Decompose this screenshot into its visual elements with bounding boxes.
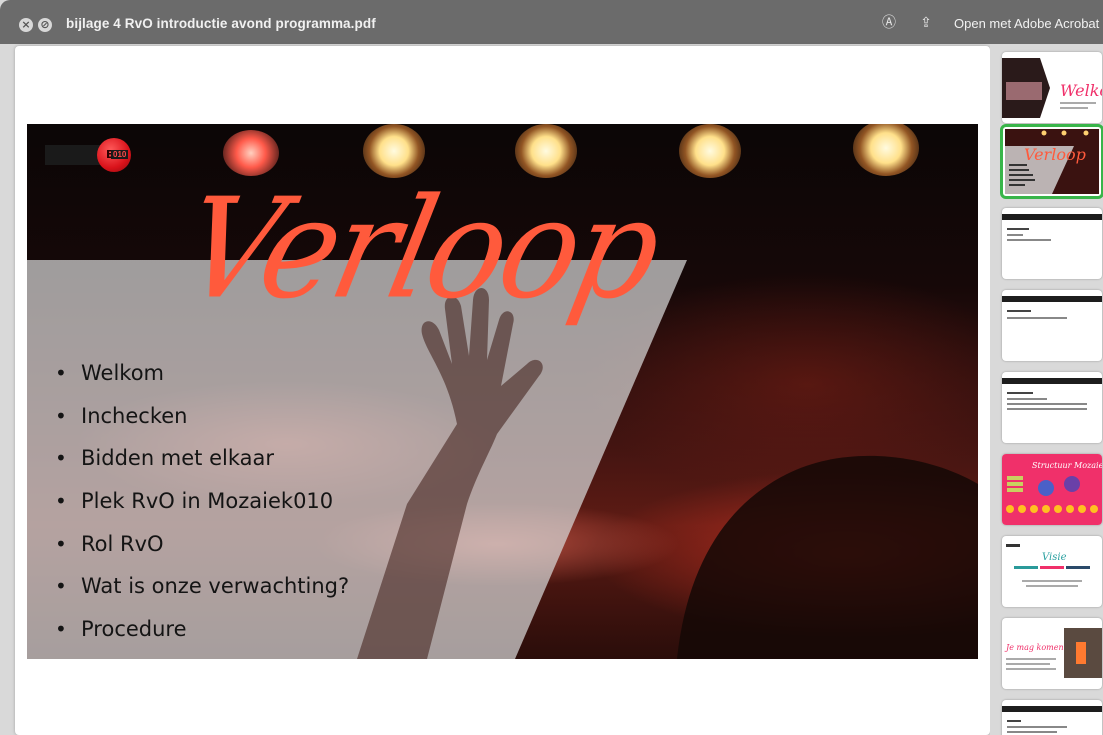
thumb-line bbox=[1007, 228, 1029, 230]
thumb-welkom-art: Welkom bbox=[1002, 58, 1102, 118]
slide-title: Verloop bbox=[170, 169, 671, 330]
thumb-line bbox=[1007, 398, 1047, 400]
thumb-line bbox=[1007, 408, 1087, 410]
thumb-line bbox=[1007, 731, 1057, 733]
page-thumbnail[interactable]: Je mag komen zoals je bent bbox=[1002, 618, 1102, 689]
thumb-line bbox=[1007, 726, 1067, 728]
agenda-list: Welkom Inchecken Bidden met elkaar Plek … bbox=[51, 352, 349, 651]
page-thumbnail[interactable]: Visie bbox=[1002, 536, 1102, 607]
thumb-line bbox=[1007, 310, 1031, 312]
document-viewer[interactable]: EK 010 Verloop Welkom Inchecken Bidden m… bbox=[10, 44, 1103, 735]
thumb-header-bar bbox=[1002, 296, 1102, 302]
svg-text:Welkom: Welkom bbox=[1060, 81, 1102, 100]
window-titlebar: × ⊘ bijlage 4 RvO introductie avond prog… bbox=[0, 0, 1103, 44]
thumbnail-sidebar[interactable]: Welkom Verloop bbox=[990, 44, 1103, 735]
page-thumbnail[interactable] bbox=[1002, 290, 1102, 361]
window-title: bijlage 4 RvO introductie avond programm… bbox=[66, 16, 376, 31]
share-icon[interactable]: ⇪ bbox=[917, 14, 935, 32]
thumb-line bbox=[1007, 392, 1033, 394]
page-thumbnail[interactable]: Welkom bbox=[1002, 52, 1102, 123]
thumb-visie-art: Visie bbox=[1006, 544, 1090, 587]
thumb-line bbox=[1007, 317, 1067, 319]
thumb-structure-art: Structuur Mozaiek010 bbox=[1002, 454, 1102, 525]
svg-text:Visie: Visie bbox=[1042, 552, 1067, 563]
page-thumbnail[interactable] bbox=[1002, 700, 1102, 735]
page-thumbnail[interactable] bbox=[1002, 208, 1102, 279]
thumb-header-bar bbox=[1002, 214, 1102, 220]
svg-text:Structuur Mozaiek010: Structuur Mozaiek010 bbox=[1032, 461, 1102, 470]
open-with-acrobat-button[interactable]: Open met Adobe Acrobat bbox=[950, 13, 1103, 35]
slide: EK 010 Verloop Welkom Inchecken Bidden m… bbox=[27, 124, 978, 659]
thumb-line bbox=[1007, 234, 1023, 236]
page-thumbnail-selected[interactable]: Verloop bbox=[1000, 124, 1103, 199]
agenda-item: Plek RvO in Mozaiek010 bbox=[51, 480, 349, 523]
pdf-page: EK 010 Verloop Welkom Inchecken Bidden m… bbox=[15, 46, 990, 735]
logo-number: 010 bbox=[111, 150, 129, 159]
agenda-item: Wat is onze verwachting? bbox=[51, 565, 349, 608]
page-thumbnail[interactable] bbox=[1002, 372, 1102, 443]
thumb-verloop-art: Verloop bbox=[1005, 129, 1099, 194]
agenda-item: Procedure bbox=[51, 608, 349, 651]
svg-text:Verloop: Verloop bbox=[1024, 145, 1086, 164]
page-thumbnail[interactable]: Structuur Mozaiek010 bbox=[1002, 454, 1102, 525]
thumb-line bbox=[1007, 239, 1051, 241]
agenda-item: Inchecken bbox=[51, 395, 349, 438]
thumb-header-bar bbox=[1002, 706, 1102, 712]
agenda-item: Bidden met elkaar bbox=[51, 437, 349, 480]
agenda-item: Welkom bbox=[51, 352, 349, 395]
markup-icon[interactable]: Ⓐ bbox=[880, 14, 898, 32]
thumb-line bbox=[1007, 720, 1021, 722]
agenda-item: Rol RvO bbox=[51, 523, 349, 566]
close-icon[interactable]: × bbox=[19, 18, 33, 32]
thumb-slide-art: Je mag komen zoals je bent bbox=[1004, 628, 1102, 678]
mozaiek-logo: EK 010 bbox=[45, 138, 137, 172]
thumb-header-bar bbox=[1002, 378, 1102, 384]
thumb-line bbox=[1007, 403, 1087, 405]
stop-icon[interactable]: ⊘ bbox=[38, 18, 52, 32]
